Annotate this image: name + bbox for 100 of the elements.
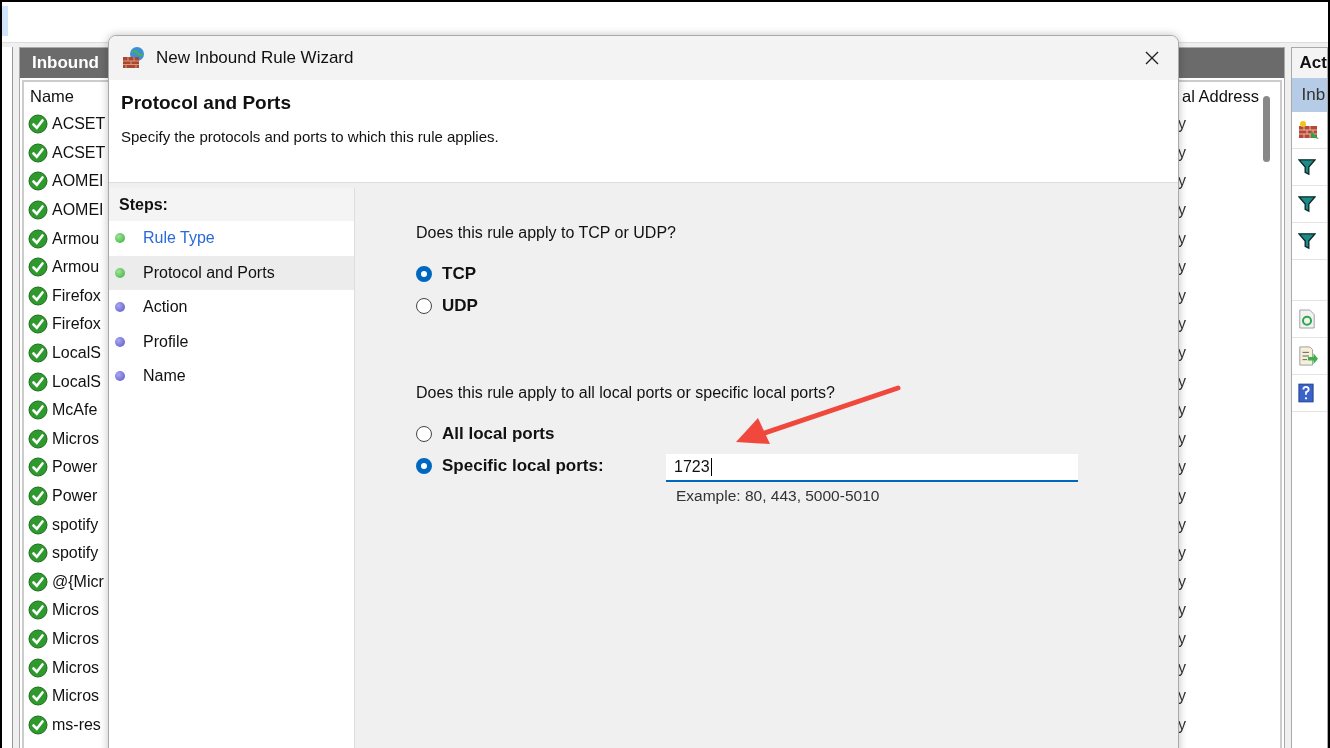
firewall-globe-icon: [122, 46, 146, 70]
table-cell: y: [1177, 487, 1186, 505]
rule-name[interactable]: LocalS: [51, 372, 101, 391]
table-cell: y: [1177, 715, 1186, 734]
rule-name[interactable]: Armou: [51, 258, 100, 277]
table-cell: y: [1177, 229, 1186, 248]
table-cell: y: [1177, 201, 1186, 220]
radio-circle[interactable]: [416, 266, 432, 282]
refresh-icon[interactable]: [1297, 309, 1316, 329]
rule-name[interactable]: Micros: [51, 429, 100, 448]
filter-icon[interactable]: [1297, 195, 1316, 213]
column-header[interactable]: Name: [29, 86, 74, 106]
rule-name[interactable]: spotify: [51, 515, 99, 534]
step-item[interactable]: Name: [109, 359, 354, 394]
enabled-check-icon: [27, 343, 48, 364]
enabled-check-icon: [27, 371, 48, 392]
rule-name[interactable]: Power: [51, 458, 98, 477]
table-cell: y: [1177, 344, 1186, 363]
step-item[interactable]: Protocol and Ports: [109, 255, 354, 290]
table-cell: y: [1177, 544, 1186, 563]
enabled-check-icon: [27, 314, 48, 335]
selection-highlight: [2, 6, 8, 36]
protocol-radio[interactable]: TCP: [416, 262, 476, 286]
table-cell: y: [1177, 401, 1186, 420]
rule-name[interactable]: Micros: [51, 601, 100, 620]
filter-icon[interactable]: [1297, 158, 1316, 176]
table-cell: y: [1177, 172, 1186, 191]
step-item[interactable]: Rule Type: [109, 221, 354, 256]
rule-name[interactable]: AOMEI: [51, 201, 104, 220]
rule-name[interactable]: Firefox: [51, 315, 101, 334]
firewall-icon[interactable]: [1297, 120, 1320, 140]
enabled-check-icon: [27, 400, 48, 421]
window-title: New Inbound Rule Wizard: [156, 48, 355, 68]
rule-name[interactable]: LocalS: [51, 344, 101, 363]
example-hint: Example: 80, 443, 5000-5010: [676, 487, 881, 505]
ports-radio[interactable]: Specific local ports:: [416, 454, 666, 478]
export-list-icon[interactable]: [1297, 346, 1318, 366]
enabled-check-icon: [27, 114, 48, 135]
enabled-check-icon: [27, 228, 48, 249]
enabled-check-icon: [27, 200, 48, 221]
rule-name[interactable]: ACSET: [51, 115, 106, 134]
table-cell: y: [1177, 429, 1186, 448]
step-item[interactable]: Action: [109, 290, 354, 325]
scrollbar-thumb[interactable]: [1262, 96, 1270, 162]
panel-title: Inbound: [31, 53, 99, 73]
rule-name[interactable]: Firefox: [51, 286, 101, 305]
question-text: Does this rule apply to TCP or UDP?: [416, 224, 677, 242]
enabled-check-icon: [27, 657, 48, 678]
enabled-check-icon: [27, 285, 48, 306]
table-cell: y: [1177, 258, 1186, 277]
steps-title: Steps:: [119, 195, 168, 214]
rule-name[interactable]: @{Micr: [51, 572, 104, 591]
filter-icon[interactable]: [1297, 232, 1316, 250]
rule-name[interactable]: spotify: [51, 544, 99, 563]
step-item[interactable]: Profile: [109, 324, 354, 359]
rule-name[interactable]: Micros: [51, 630, 100, 648]
close-icon: [1145, 51, 1159, 65]
enabled-check-icon: [27, 457, 48, 478]
enabled-check-icon: [27, 514, 48, 535]
table-cell: y: [1177, 315, 1186, 334]
protocol-radio[interactable]: UDP: [416, 294, 478, 318]
rule-name[interactable]: AOMEI: [51, 172, 104, 191]
ports-radio[interactable]: All local ports: [416, 422, 666, 446]
enabled-check-icon: [27, 428, 48, 449]
ports-input-field[interactable]: 1723: [666, 454, 1078, 482]
rule-name[interactable]: Armou: [51, 229, 100, 248]
table-cell: y: [1177, 687, 1186, 706]
actions-title: Act: [1291, 48, 1327, 78]
table-cell: y: [1177, 143, 1186, 162]
enabled-check-icon: [27, 600, 48, 621]
page-subtitle: Specify the protocols and ports to which this rule applies.: [121, 128, 500, 145]
table-cell: y: [1177, 658, 1186, 677]
enabled-check-icon: [27, 686, 48, 707]
enabled-check-icon: [27, 142, 48, 163]
enabled-check-icon: [27, 486, 48, 506]
table-cell: y: [1177, 286, 1186, 305]
table-cell: y: [1177, 630, 1186, 648]
table-cell: y: [1177, 458, 1186, 477]
table-cell: y: [1177, 601, 1186, 620]
radio-circle[interactable]: [416, 426, 432, 442]
enabled-check-icon: [27, 629, 48, 649]
rule-name[interactable]: McAfe: [51, 401, 98, 420]
enabled-check-icon: [27, 171, 48, 192]
radio-circle[interactable]: [416, 458, 432, 474]
rule-name[interactable]: ms-res: [51, 715, 101, 734]
actions-item[interactable]: Inb: [1291, 78, 1327, 112]
rule-name[interactable]: ACSET: [51, 143, 106, 162]
question-text: Does this rule apply to all local ports or specific local ports?: [416, 384, 836, 402]
column-header[interactable]: al Address: [1181, 86, 1259, 106]
page-heading: Protocol and Ports: [121, 92, 292, 114]
table-cell: y: [1177, 572, 1186, 591]
table-cell: y: [1177, 515, 1186, 534]
rule-name[interactable]: Micros: [51, 658, 100, 677]
rule-name[interactable]: Power: [51, 487, 98, 505]
radio-circle[interactable]: [416, 298, 432, 314]
table-cell: y: [1177, 372, 1186, 391]
rule-name[interactable]: Micros: [51, 687, 100, 706]
enabled-check-icon: [27, 571, 48, 592]
enabled-check-icon: [27, 543, 48, 564]
help-icon[interactable]: [1297, 383, 1314, 403]
